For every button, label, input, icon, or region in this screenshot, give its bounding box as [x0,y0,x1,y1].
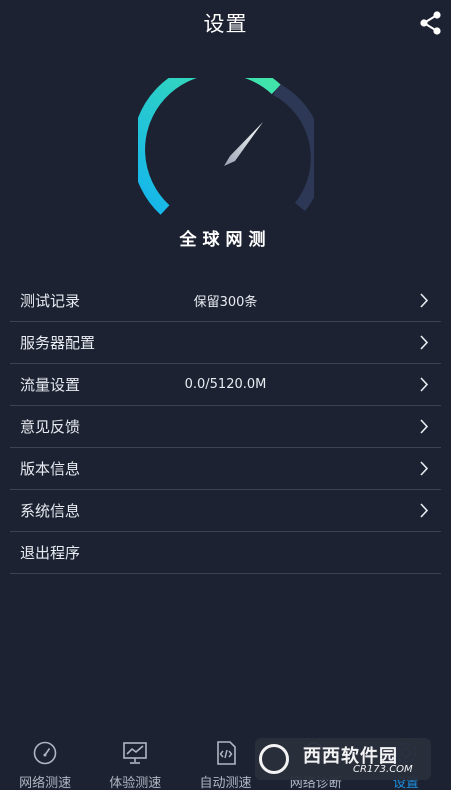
chevron-right-icon [420,293,429,308]
menu-item-label: 流量设置 [20,376,81,394]
code-file-icon [216,741,236,765]
menu-item-exit[interactable]: 退出程序 [10,532,441,574]
chevron-right-icon [420,335,429,350]
menu-item-system-info[interactable]: 系统信息 [10,490,441,532]
chevron-right-icon [420,461,429,476]
chevron-right-icon [420,503,429,518]
gauge-active-arc [138,78,281,215]
menu-item-traffic-settings[interactable]: 流量设置 0.0/5120.0M [10,364,441,406]
speedometer-icon [33,741,57,765]
menu-item-label: 测试记录 [20,292,81,310]
watermark-badge-icon [259,744,289,774]
watermark-logo: 西西软件园 CR173.COM [255,738,431,780]
gauge-logo [138,78,314,215]
settings-menu: 测试记录 保留300条 服务器配置 流量设置 0.0/5120.0M 意见反馈 [10,280,441,574]
menu-item-label: 服务器配置 [20,334,96,352]
monitor-chart-icon [123,742,148,764]
nav-item-experience-test[interactable]: 体验测速 [90,736,180,790]
menu-item-server-config[interactable]: 服务器配置 [10,322,441,364]
menu-item-label: 退出程序 [20,544,81,562]
chevron-right-icon [420,419,429,434]
nav-label: 体验测速 [109,776,162,790]
gauge-track [272,83,314,212]
menu-item-label: 意见反馈 [20,418,81,436]
menu-item-label: 版本信息 [20,460,81,478]
nav-label: 网络测速 [19,776,72,790]
watermark-sub: CR173.COM [353,764,413,775]
gauge-needle [224,122,263,166]
nav-item-speed-test[interactable]: 网络测速 [0,736,90,790]
menu-item-version-info[interactable]: 版本信息 [10,448,441,490]
top-bar: 设置 [0,0,451,46]
page-title: 设置 [203,12,248,36]
share-icon[interactable] [419,10,443,36]
menu-item-feedback[interactable]: 意见反馈 [10,406,441,448]
chevron-right-icon [420,377,429,392]
menu-item-label: 系统信息 [20,502,81,520]
menu-item-test-records[interactable]: 测试记录 保留300条 [10,280,441,322]
settings-screen: 设置 全球网测 测试记录 保留300条 服务器配置 流量设置 0.0/5120.… [0,0,451,790]
brand-name: 全球网测 [179,230,272,250]
